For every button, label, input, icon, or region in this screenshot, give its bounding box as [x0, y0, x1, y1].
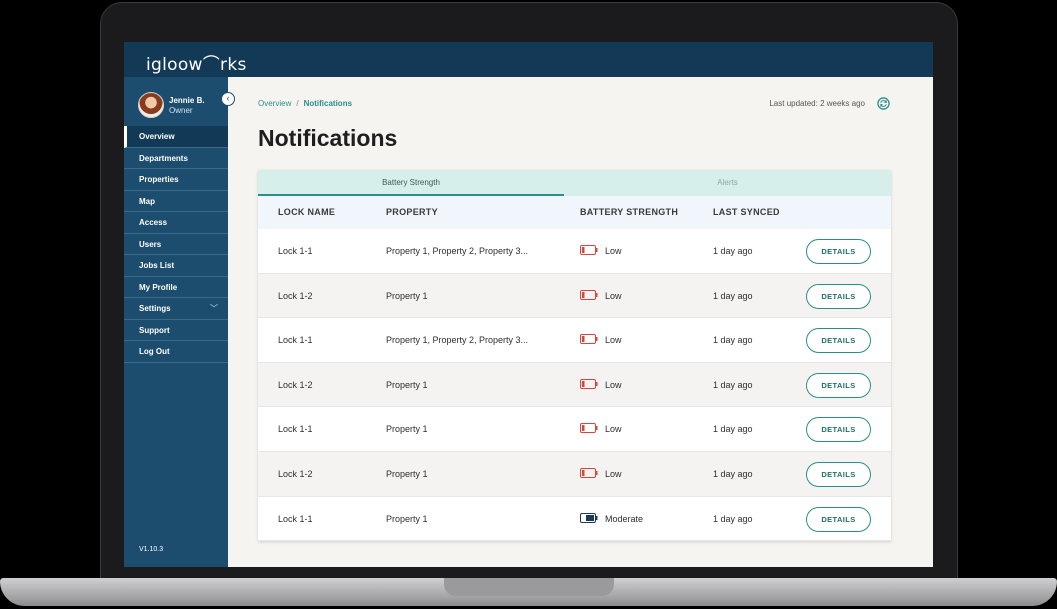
last-synced-cell: 1 day ago	[713, 335, 753, 346]
sidebar-item-overview[interactable]: Overview	[124, 126, 228, 148]
breadcrumb-overview[interactable]: Overview	[258, 99, 291, 108]
last-synced-cell: 1 day ago	[713, 513, 753, 524]
sidebar-item-log-out[interactable]: Log Out	[124, 341, 228, 363]
details-button[interactable]: DETAILS	[806, 417, 871, 443]
battery-low-icon	[580, 423, 598, 434]
laptop-notch	[444, 578, 614, 596]
column-header-last-synced[interactable]: LAST SYNCED	[713, 196, 780, 229]
column-header-property[interactable]: PROPERTY	[386, 196, 438, 229]
lock-name-cell: Lock 1-1	[278, 246, 313, 256]
property-cell: Property 1	[386, 513, 428, 524]
property-cell: Property 1	[386, 379, 428, 390]
column-header-lock-name[interactable]: LOCK NAME	[278, 196, 335, 229]
details-button[interactable]: DETAILS	[806, 372, 871, 398]
app-logo[interactable]: igloow⌒rks	[146, 50, 247, 75]
column-header-battery-strength[interactable]: BATTERY STRENGTH	[580, 196, 678, 229]
lock-name-cell: Lock 1-2	[278, 290, 313, 301]
last-updated: Last updated: 2 weeks ago	[769, 99, 865, 108]
avatar[interactable]	[138, 92, 164, 118]
last-synced-cell: 1 day ago	[713, 379, 753, 390]
table-row: Lock 1-2 Property 1 Low 1 day ago DETAIL…	[258, 362, 891, 408]
details-button[interactable]: DETAILS	[806, 328, 871, 354]
table-row: Lock 1-2 Property 1 Low 1 day ago DETAIL…	[258, 451, 891, 497]
last-updated-label: Last updated:	[769, 99, 818, 108]
sidebar-item-support[interactable]: Support	[124, 320, 228, 341]
user-name: Jennie B.	[169, 96, 205, 105]
table-row: Lock 1-2 Property 1 Low 1 day ago DETAIL…	[258, 273, 891, 319]
sidebar-item-departments[interactable]: Departments	[124, 148, 228, 169]
battery-strength-cell: Low	[605, 246, 622, 256]
last-synced-cell: 1 day ago	[713, 290, 753, 301]
breadcrumb-separator: /	[296, 99, 299, 108]
battery-moderate-icon	[580, 512, 598, 523]
chevron-down-icon: ﹀	[210, 304, 218, 313]
user-role: Owner	[169, 106, 193, 115]
main-content: Overview / Notifications Last updated: 2 w…	[228, 77, 933, 567]
battery-low-icon	[580, 289, 598, 300]
page-title: Notifications	[258, 125, 398, 151]
table-row: Lock 1-1 Property 1, Property 2, Propert…	[258, 229, 891, 274]
table-row: Lock 1-1 Property 1, Property 2, Propert…	[258, 318, 891, 363]
sidebar-item-properties[interactable]: Properties	[124, 169, 228, 191]
details-button[interactable]: DETAILS	[806, 283, 871, 309]
sidebar-item-users[interactable]: Users	[124, 234, 228, 255]
user-profile[interactable]: Jennie B. Owner	[138, 92, 228, 120]
battery-strength-cell: Moderate	[605, 513, 644, 524]
battery-low-icon	[580, 334, 598, 345]
property-cell: Property 1	[386, 424, 428, 435]
battery-low-icon	[580, 245, 598, 255]
lock-name-cell: Lock 1-1	[278, 513, 313, 524]
app-version: V1.10.3	[139, 546, 164, 553]
collapse-sidebar-button[interactable]: ‹	[221, 92, 235, 106]
breadcrumb: Overview / Notifications	[258, 99, 352, 108]
battery-strength-cell: Low	[605, 335, 622, 346]
last-updated-value: 2 weeks ago	[820, 99, 865, 108]
battery-strength-cell: Low	[605, 379, 622, 390]
table-row: Lock 1-1 Property 1 Moderate 1 day ago D…	[258, 497, 891, 542]
battery-strength-cell: Low	[605, 424, 622, 435]
battery-strength-cell: Low	[605, 468, 622, 479]
lock-name-cell: Lock 1-2	[278, 379, 313, 390]
last-synced-cell: 1 day ago	[713, 468, 753, 479]
property-cell: Property 1, Property 2, Property 3...	[386, 335, 529, 346]
tab-bar: Battery Strength Alerts	[258, 170, 891, 196]
sidebar-item-access[interactable]: Access	[124, 212, 228, 234]
details-button[interactable]: DETAILS	[806, 239, 871, 264]
battery-strength-cell: Low	[605, 290, 622, 301]
property-cell: Property 1, Property 2, Property 3...	[386, 246, 529, 256]
sidebar-nav: Overview Departments Properties Map Acce…	[124, 126, 228, 363]
tab-alerts[interactable]: Alerts	[564, 170, 891, 196]
tab-battery-strength[interactable]: Battery Strength	[258, 170, 564, 196]
details-button[interactable]: DETAILS	[806, 461, 871, 487]
top-bar: igloow⌒rks	[124, 42, 933, 77]
lock-name-cell: Lock 1-2	[278, 468, 313, 479]
sidebar-item-jobs-list[interactable]: Jobs List	[124, 255, 228, 277]
sidebar: Jennie B. Owner ‹ Overview Departments P…	[124, 77, 235, 567]
table-row: Lock 1-1 Property 1 Low 1 day ago DETAIL…	[258, 407, 891, 452]
last-synced-cell: 1 day ago	[713, 424, 753, 435]
breadcrumb-current: Notifications	[303, 99, 353, 108]
property-cell: Property 1	[386, 290, 428, 301]
table-body: Lock 1-1 Property 1, Property 2, Propert…	[258, 229, 891, 542]
lock-name-cell: Lock 1-1	[278, 424, 313, 435]
sidebar-item-map[interactable]: Map	[124, 191, 228, 212]
details-button[interactable]: DETAILS	[806, 506, 871, 532]
sidebar-item-label: Settings	[139, 304, 171, 313]
notifications-card: Battery Strength Alerts LOCK NAME PROPER…	[258, 170, 891, 542]
lock-name-cell: Lock 1-1	[278, 335, 313, 346]
property-cell: Property 1	[386, 468, 428, 479]
battery-low-icon	[580, 378, 598, 389]
table-header: LOCK NAME PROPERTY BATTERY STRENGTH LAST…	[258, 196, 891, 229]
sidebar-item-my-profile[interactable]: My Profile	[124, 277, 228, 298]
app-screen: igloow⌒rks Jennie B. Owner ‹ Overview De…	[124, 42, 933, 567]
last-synced-cell: 1 day ago	[713, 246, 753, 256]
refresh-icon[interactable]	[877, 97, 890, 110]
sidebar-item-settings[interactable]: Settings ﹀	[124, 298, 228, 320]
chevron-left-icon: ‹	[226, 93, 230, 103]
battery-low-icon	[580, 467, 598, 478]
